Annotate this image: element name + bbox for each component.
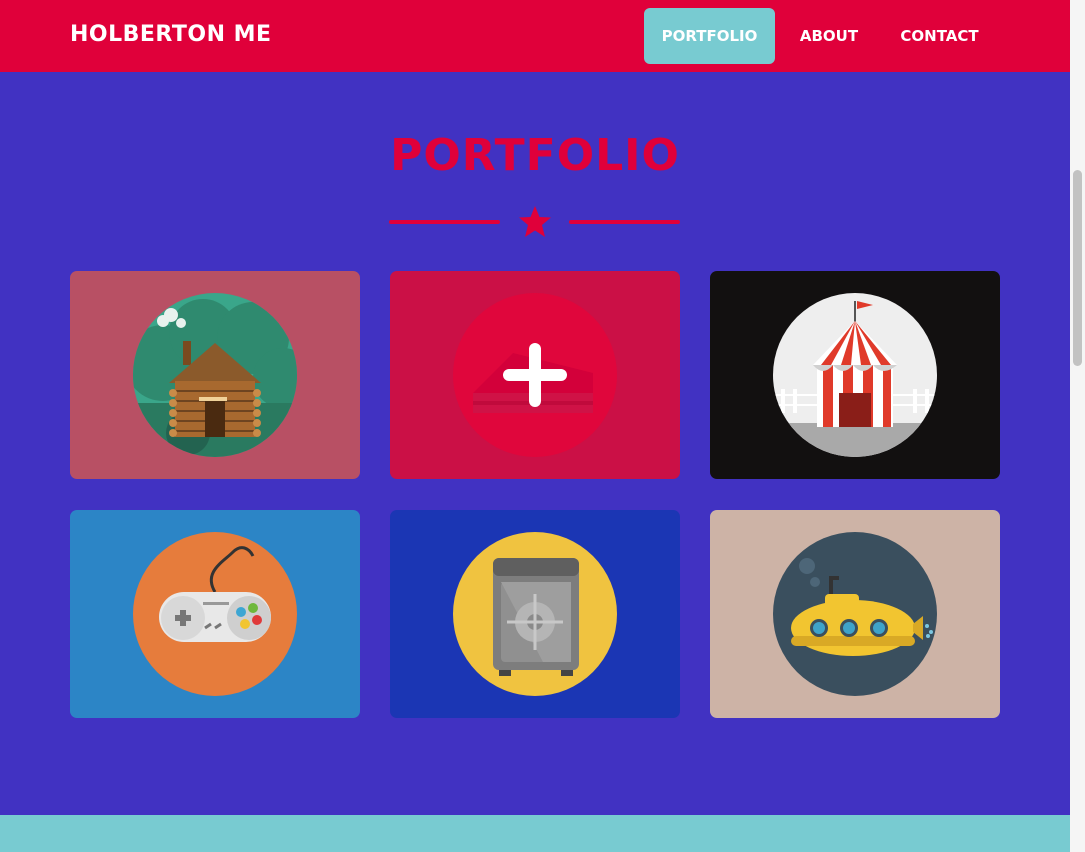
navbar: HOLBERTON ME PORTFOLIO ABOUT CONTACT bbox=[0, 0, 1070, 72]
divider-line-left bbox=[389, 220, 500, 224]
section-title: PORTFOLIO bbox=[390, 130, 680, 181]
game-controller-icon bbox=[133, 532, 297, 696]
next-section-strip bbox=[0, 815, 1070, 852]
nav-about[interactable]: ABOUT bbox=[785, 8, 873, 64]
portfolio-item-cabin[interactable] bbox=[70, 271, 360, 479]
safe-icon bbox=[453, 532, 617, 696]
brand-logo[interactable]: HOLBERTON ME bbox=[70, 22, 272, 47]
nav-contact[interactable]: CONTACT bbox=[889, 8, 990, 64]
portfolio-item-cake[interactable] bbox=[390, 271, 680, 479]
submarine-icon bbox=[773, 532, 937, 696]
scrollbar-track[interactable] bbox=[1070, 0, 1085, 852]
plus-icon bbox=[503, 343, 567, 407]
portfolio-item-circus[interactable] bbox=[710, 271, 1000, 479]
circus-tent-icon bbox=[773, 293, 937, 457]
star-icon bbox=[517, 204, 553, 240]
log-cabin-icon bbox=[133, 293, 297, 457]
scrollbar-thumb[interactable] bbox=[1073, 170, 1082, 366]
portfolio-item-submarine[interactable] bbox=[710, 510, 1000, 718]
divider-line-right bbox=[569, 220, 680, 224]
nav-portfolio[interactable]: PORTFOLIO bbox=[644, 8, 775, 64]
portfolio-item-controller[interactable] bbox=[70, 510, 360, 718]
portfolio-item-safe[interactable] bbox=[390, 510, 680, 718]
